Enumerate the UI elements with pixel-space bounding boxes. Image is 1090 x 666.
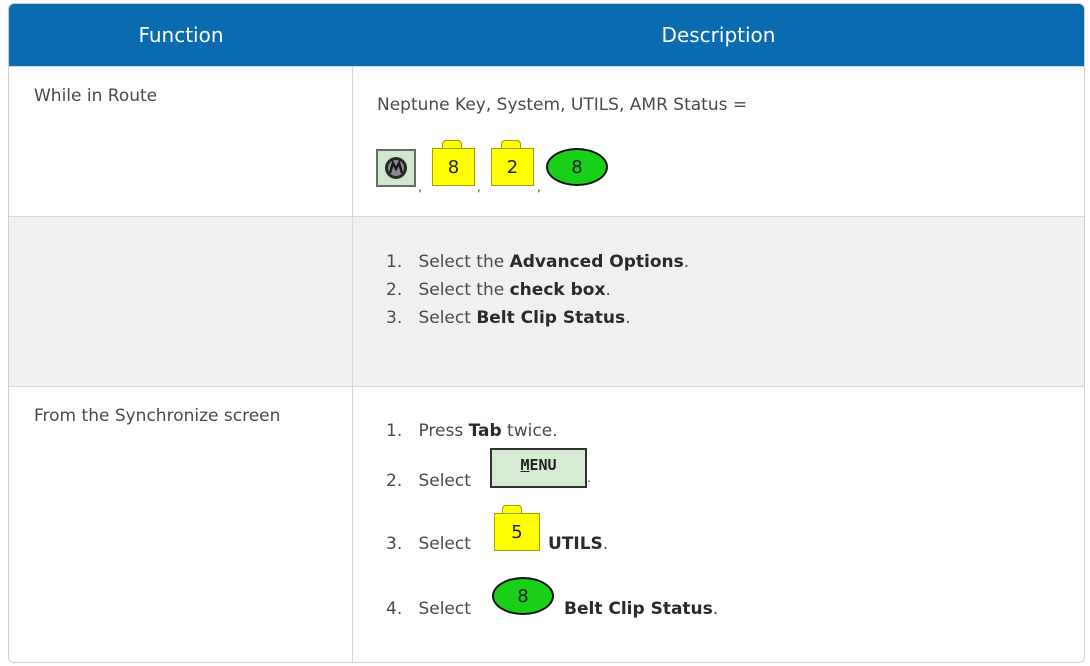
list-item-label: Belt Clip Status. <box>564 599 719 619</box>
system-key-icon: 8 <box>432 148 475 186</box>
neptune-key-icon <box>376 149 416 187</box>
list-item-period: . <box>587 471 591 485</box>
list-item: 1. Select the Advanced Options. <box>386 252 690 272</box>
list-item: 2. Select <box>386 471 471 491</box>
utils-key-icon: 5 <box>494 513 540 551</box>
header-function: Function <box>138 23 224 47</box>
table-row: 1. Select the Advanced Options. 2. Selec… <box>9 216 1084 387</box>
description-cell: Neptune Key, System, UTILS, AMR Status =… <box>353 67 1084 217</box>
function-cell <box>9 217 353 387</box>
function-cell: While in Route <box>9 67 353 217</box>
description-cell: 1. Press Tab twice. 2. Select M ENU . 3. … <box>353 387 1084 662</box>
separator: , <box>537 180 541 194</box>
table-header: Function Description <box>9 4 1084 66</box>
list-item: 3. Select Belt Clip Status. <box>386 308 631 328</box>
separator: , <box>477 180 481 194</box>
list-item: 1. Press Tab twice. <box>386 421 558 441</box>
table-row: From the Synchronize screen 1. Press Tab… <box>9 386 1084 662</box>
list-item: 2. Select the check box. <box>386 280 611 300</box>
utils-key-icon: 2 <box>491 148 534 186</box>
belt-clip-status-key-icon: 8 <box>492 577 554 615</box>
description-text: Neptune Key, System, UTILS, AMR Status = <box>377 95 748 115</box>
function-cell: From the Synchronize screen <box>9 387 353 662</box>
function-table: Function Description While in Route Nept… <box>8 3 1085 663</box>
separator: , <box>418 180 422 194</box>
list-item: 4. Select <box>386 599 471 619</box>
header-description: Description <box>661 23 776 47</box>
amr-status-key-icon: 8 <box>546 148 608 186</box>
list-item-label: UTILS. <box>548 534 609 554</box>
menu-key-icon: M ENU <box>490 448 587 488</box>
list-item: 3. Select <box>386 534 471 554</box>
description-cell: 1. Select the Advanced Options. 2. Selec… <box>353 217 1084 387</box>
table-row: While in Route Neptune Key, System, UTIL… <box>9 66 1084 217</box>
